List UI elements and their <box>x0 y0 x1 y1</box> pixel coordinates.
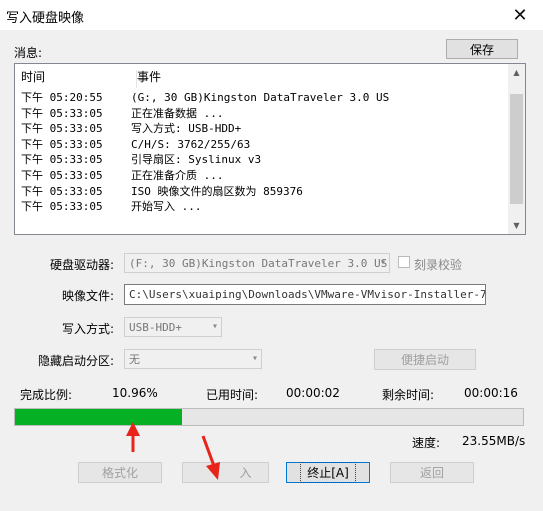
arrow-down-icon <box>201 435 220 480</box>
arrow-up-icon <box>126 422 140 452</box>
annotation-arrows <box>126 422 220 480</box>
